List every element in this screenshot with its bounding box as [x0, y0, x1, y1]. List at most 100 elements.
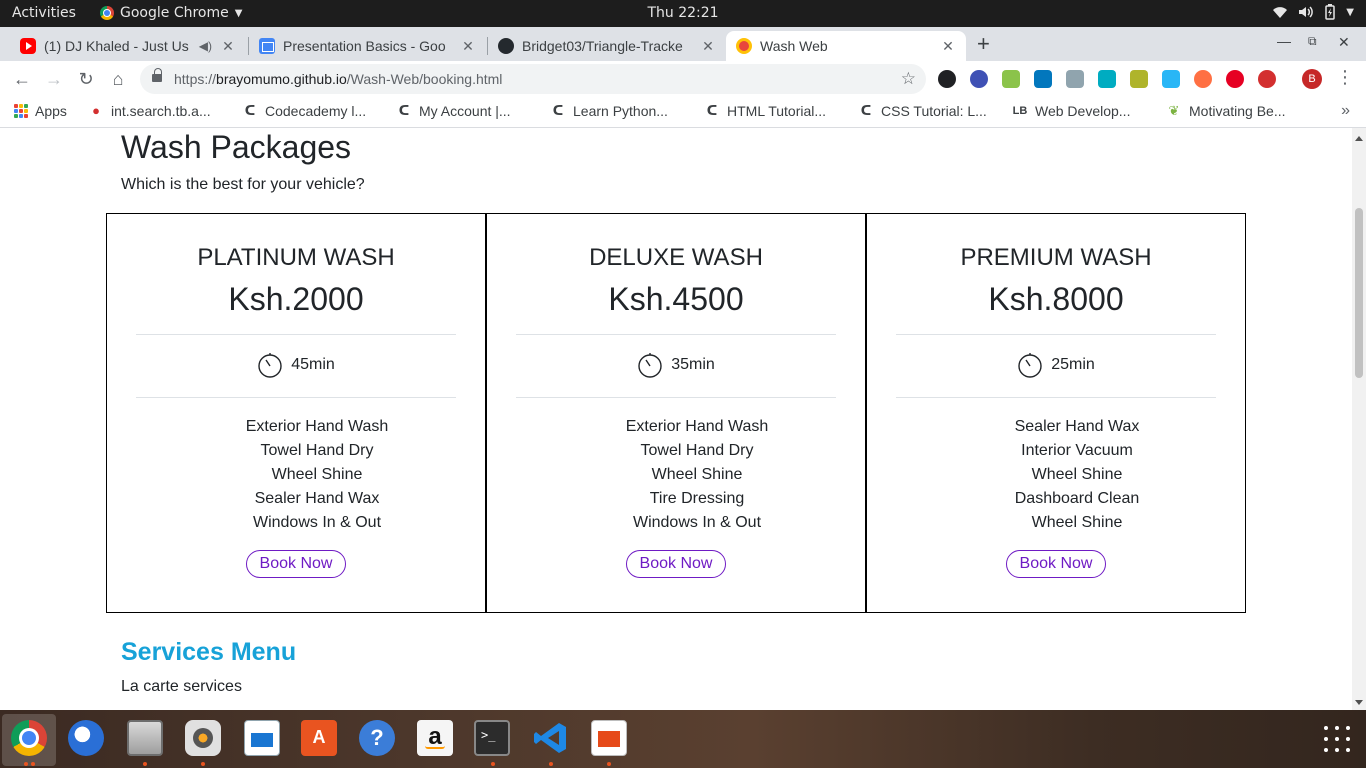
- forward-button[interactable]: →: [42, 67, 66, 91]
- running-indicator: [549, 762, 553, 766]
- close-icon[interactable]: ✕: [220, 38, 236, 55]
- github-icon: [498, 38, 514, 54]
- bookmark-item[interactable]: ᑕ Codecademy l...: [242, 103, 366, 119]
- extension-icon[interactable]: [1130, 70, 1148, 88]
- divider: [136, 397, 456, 398]
- divider: [516, 397, 836, 398]
- minimize-button[interactable]: —: [1277, 33, 1291, 49]
- tab-youtube[interactable]: (1) DJ Khaled - Just Us ◀) ✕: [10, 31, 246, 61]
- bookmark-item[interactable]: LB Web Develop...: [1012, 103, 1131, 119]
- thunderbird-icon[interactable]: [68, 720, 104, 756]
- system-menu[interactable]: ▼: [1272, 4, 1354, 20]
- tab-presentation[interactable]: Presentation Basics - Goo ✕: [249, 31, 486, 61]
- bookmark-item[interactable]: ❦ Motivating Be...: [1166, 103, 1286, 119]
- scrollbar-thumb[interactable]: [1355, 208, 1363, 378]
- restore-button[interactable]: ⧉: [1308, 34, 1317, 49]
- bookmark-apps[interactable]: Apps: [14, 103, 67, 119]
- book-now-button[interactable]: Book Now: [1006, 550, 1106, 578]
- bookmark-item[interactable]: ᑕ HTML Tutorial...: [704, 103, 826, 119]
- book-now-button[interactable]: Book Now: [246, 550, 346, 578]
- software-center-icon[interactable]: A: [301, 720, 337, 756]
- app-menu[interactable]: Google Chrome ▼: [100, 5, 242, 21]
- close-icon[interactable]: ✕: [940, 38, 956, 55]
- profile-avatar[interactable]: B: [1302, 69, 1322, 89]
- page-scrollbar[interactable]: [1352, 128, 1366, 710]
- book-now-button[interactable]: Book Now: [626, 550, 726, 578]
- tab-strip: (1) DJ Khaled - Just Us ◀) ✕ Presentatio…: [0, 27, 1366, 61]
- lb-icon: LB: [1012, 105, 1028, 117]
- bookmark-star-icon[interactable]: ☆: [901, 69, 916, 89]
- scroll-up-icon[interactable]: [1355, 136, 1363, 141]
- tab-title: (1) DJ Khaled - Just Us: [44, 38, 189, 54]
- feature-item: Towel Hand Dry: [260, 442, 374, 459]
- clock[interactable]: Thu 22:21: [647, 5, 718, 21]
- chrome-menu-icon[interactable]: ⋮: [1336, 67, 1354, 88]
- bookmark-item[interactable]: ᑕ CSS Tutorial: L...: [858, 103, 987, 119]
- packages-grid: PLATINUM WASH Ksh.2000 45min Exterior Ha…: [106, 213, 1246, 613]
- pinterest-icon[interactable]: [1226, 70, 1244, 88]
- chevron-down-icon: ▼: [234, 7, 243, 19]
- chrome-icon: [100, 6, 114, 20]
- tab-title: Wash Web: [760, 38, 828, 54]
- writer-icon[interactable]: [244, 720, 280, 756]
- extension-icon[interactable]: [938, 70, 956, 88]
- extension-icon[interactable]: [1098, 70, 1116, 88]
- vscode-icon[interactable]: [533, 720, 569, 756]
- running-indicator: [24, 762, 28, 766]
- reload-button[interactable]: ↻: [74, 67, 98, 91]
- bookmark-label: Web Develop...: [1035, 103, 1131, 119]
- url-path: /Wash-Web/booking.html: [346, 71, 503, 87]
- wifi-icon: [1273, 7, 1288, 18]
- back-button[interactable]: ←: [10, 67, 34, 91]
- chevron-down-icon: ▼: [1346, 6, 1354, 18]
- activities-button[interactable]: Activities: [12, 5, 76, 21]
- lock-icon: [152, 68, 162, 84]
- services-title: Services Menu: [121, 638, 297, 666]
- extension-icon[interactable]: [1194, 70, 1212, 88]
- terminal-icon[interactable]: >_: [474, 720, 510, 756]
- running-indicator: [491, 762, 495, 766]
- extension-icon[interactable]: [1066, 70, 1084, 88]
- amazon-icon[interactable]: a: [417, 720, 453, 756]
- feature-item: Wheel Shine: [651, 466, 743, 483]
- divider: [896, 397, 1216, 398]
- close-icon[interactable]: ✕: [460, 38, 476, 55]
- scroll-down-icon[interactable]: [1355, 700, 1363, 705]
- bookmark-item[interactable]: ᑕ Learn Python...: [550, 103, 668, 119]
- bookmark-item[interactable]: ● int.search.tb.a...: [88, 103, 211, 119]
- address-bar[interactable]: https://brayomumo.github.io/Wash-Web/boo…: [140, 64, 926, 94]
- feature-item: Exterior Hand Wash: [625, 418, 769, 435]
- duration-text: 45min: [291, 356, 335, 373]
- page-viewport: Wash Packages Which is the best for your…: [0, 128, 1352, 710]
- chrome-icon[interactable]: [11, 720, 47, 756]
- rhythmbox-icon[interactable]: [185, 720, 221, 756]
- extension-icon[interactable]: [1162, 70, 1180, 88]
- tab-github[interactable]: Bridget03/Triangle-Tracke ✕: [488, 31, 726, 61]
- extension-icon[interactable]: [970, 70, 988, 88]
- close-icon[interactable]: ✕: [700, 38, 716, 55]
- audio-playing-icon[interactable]: ◀): [199, 39, 212, 53]
- volume-icon: [1299, 6, 1314, 18]
- tab-wash-web[interactable]: Wash Web ✕: [726, 31, 966, 61]
- url-text[interactable]: https://brayomumo.github.io/Wash-Web/boo…: [174, 71, 502, 87]
- codecademy-icon: ᑕ: [706, 103, 718, 118]
- help-icon[interactable]: ?: [359, 720, 395, 756]
- extension-icon[interactable]: [1002, 70, 1020, 88]
- extension-icon[interactable]: [1034, 70, 1052, 88]
- bookmark-label: int.search.tb.a...: [111, 103, 211, 119]
- home-button[interactable]: ⌂: [106, 67, 130, 91]
- close-window-button[interactable]: ✕: [1338, 34, 1350, 51]
- impress-icon[interactable]: [591, 720, 627, 756]
- apps-grid-icon: [14, 104, 28, 118]
- bookmark-item[interactable]: ᑕ My Account |...: [396, 103, 511, 119]
- extension-icon[interactable]: [1258, 70, 1276, 88]
- services-subtitle: La carte services: [121, 678, 242, 695]
- bookmarks-overflow-icon[interactable]: »: [1341, 102, 1350, 120]
- codecademy-icon: ᑕ: [552, 103, 564, 118]
- files-icon[interactable]: [127, 720, 163, 756]
- show-applications-icon[interactable]: [1324, 726, 1350, 752]
- wash-web-icon: [736, 38, 752, 54]
- new-tab-button[interactable]: +: [977, 31, 990, 57]
- duration-text: 25min: [1051, 356, 1095, 373]
- feature-item: Exterior Hand Wash: [245, 418, 389, 435]
